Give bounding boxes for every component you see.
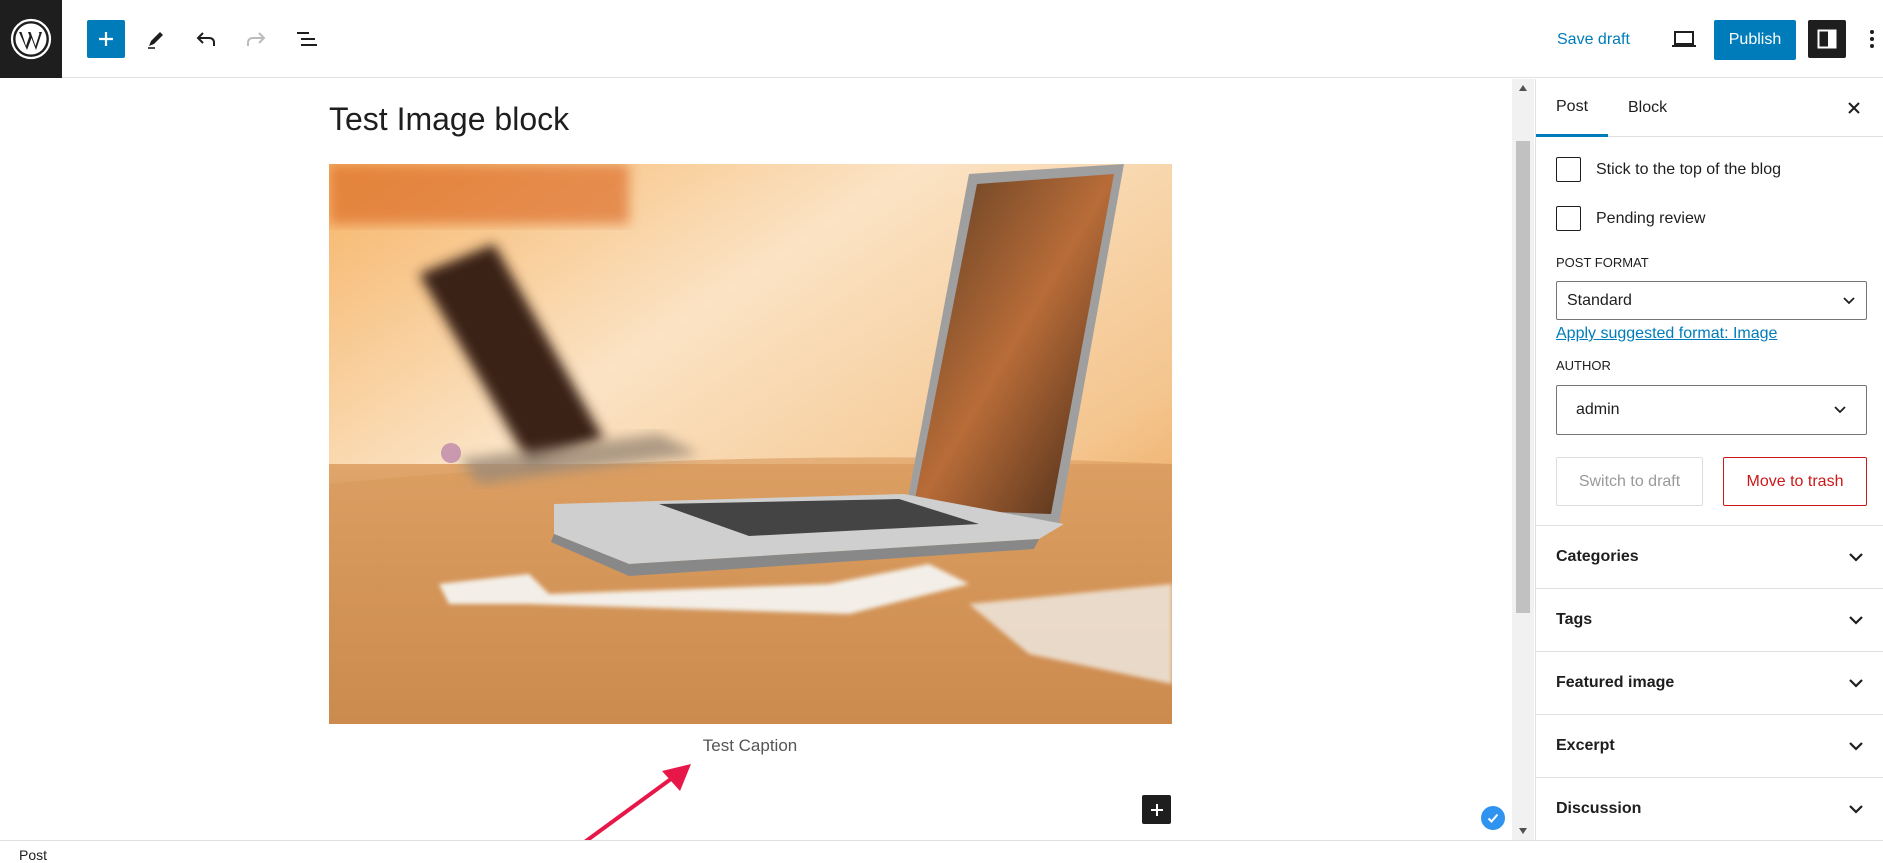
- settings-toggle-button[interactable]: [1808, 20, 1846, 58]
- triangle-up-icon: [1519, 85, 1527, 91]
- publish-button[interactable]: Publish: [1714, 20, 1796, 60]
- chevron-down-icon: [1849, 742, 1863, 751]
- panel-title: Excerpt: [1556, 737, 1615, 754]
- scroll-down-button[interactable]: [1512, 822, 1534, 840]
- tab-block[interactable]: Block: [1608, 79, 1687, 137]
- move-to-trash-button[interactable]: Move to trash: [1723, 457, 1867, 506]
- close-icon: [1848, 102, 1860, 114]
- pending-review-checkbox[interactable]: [1556, 206, 1581, 231]
- panel-excerpt[interactable]: Excerpt: [1536, 714, 1883, 777]
- editor-scrollbar[interactable]: [1512, 79, 1534, 840]
- chevron-down-icon: [1849, 616, 1863, 625]
- sidebar-tabs: Post Block: [1536, 79, 1883, 137]
- stick-to-top-checkbox[interactable]: [1556, 157, 1581, 182]
- more-vertical-icon: [1869, 30, 1874, 48]
- redo-button[interactable]: [237, 20, 275, 58]
- pending-review-label: Pending review: [1596, 209, 1706, 227]
- block-breadcrumb-bar: Post: [0, 840, 1883, 863]
- tab-post[interactable]: Post: [1536, 79, 1608, 137]
- settings-sidebar: Post Block Stick to the top of the blog …: [1535, 79, 1883, 840]
- chevron-down-icon: [1843, 296, 1855, 304]
- close-sidebar-button[interactable]: [1841, 95, 1867, 121]
- image-block[interactable]: [329, 164, 1172, 724]
- block-inserter-button[interactable]: [87, 20, 125, 58]
- options-menu-button[interactable]: [1860, 20, 1883, 58]
- panel-categories[interactable]: Categories: [1536, 525, 1883, 588]
- panel-title: Discussion: [1556, 800, 1642, 817]
- save-draft-button[interactable]: Save draft: [1557, 31, 1630, 49]
- editor-header: Save draft Publish: [0, 0, 1883, 78]
- author-select[interactable]: admin: [1556, 385, 1867, 435]
- wordpress-logo-button[interactable]: [0, 0, 62, 78]
- post-format-select[interactable]: Standard: [1556, 281, 1867, 320]
- wordpress-icon: [10, 18, 52, 60]
- scrollbar-thumb[interactable]: [1516, 141, 1530, 613]
- plus-icon: [1150, 803, 1163, 816]
- breadcrumb-post[interactable]: Post: [19, 847, 47, 863]
- scroll-up-button[interactable]: [1512, 79, 1534, 97]
- image-caption-row: Test Caption: [0, 736, 1500, 756]
- stick-to-top-row: Stick to the top of the blog: [1556, 157, 1781, 182]
- laptop-icon: [1672, 31, 1696, 47]
- saved-check-icon: [1481, 806, 1505, 830]
- document-overview-button[interactable]: [288, 20, 326, 58]
- stick-to-top-label: Stick to the top of the blog: [1596, 160, 1782, 178]
- pencil-icon: [148, 32, 163, 49]
- panel-title: Categories: [1556, 548, 1639, 565]
- annotation-arrow-icon: [584, 764, 691, 840]
- triangle-down-icon: [1519, 828, 1527, 834]
- panel-discussion[interactable]: Discussion: [1536, 777, 1883, 840]
- sidebar-icon: [1817, 29, 1837, 49]
- panel-title: Tags: [1556, 611, 1593, 628]
- chevron-down-icon: [1834, 406, 1846, 414]
- tools-button[interactable]: [137, 20, 175, 58]
- editor-canvas: Test Image block Test Caption: [0, 79, 1512, 840]
- post-format-label: POST FORMAT: [1556, 255, 1649, 270]
- switch-to-draft-button[interactable]: Switch to draft: [1556, 457, 1703, 506]
- post-image: [329, 164, 1172, 724]
- chevron-down-icon: [1849, 679, 1863, 688]
- apply-suggested-format-link[interactable]: Apply suggested format: Image: [1556, 325, 1777, 343]
- preview-button[interactable]: [1665, 20, 1703, 58]
- panel-featured-image[interactable]: Featured image: [1536, 651, 1883, 714]
- append-block-button[interactable]: [1142, 795, 1171, 824]
- author-label: AUTHOR: [1556, 358, 1611, 373]
- panel-title: Featured image: [1556, 674, 1675, 691]
- panel-tags[interactable]: Tags: [1536, 588, 1883, 651]
- undo-icon: [196, 32, 215, 46]
- undo-button[interactable]: [187, 20, 225, 58]
- image-caption[interactable]: Test Caption: [703, 736, 798, 756]
- redo-icon: [247, 32, 266, 46]
- plus-icon: [99, 32, 113, 46]
- chevron-down-icon: [1849, 805, 1863, 814]
- pending-review-row: Pending review: [1556, 206, 1705, 231]
- chevron-down-icon: [1849, 553, 1863, 562]
- post-title[interactable]: Test Image block: [329, 101, 569, 138]
- list-view-icon: [297, 32, 317, 46]
- author-value: admin: [1576, 401, 1620, 418]
- post-format-value: Standard: [1567, 291, 1632, 309]
